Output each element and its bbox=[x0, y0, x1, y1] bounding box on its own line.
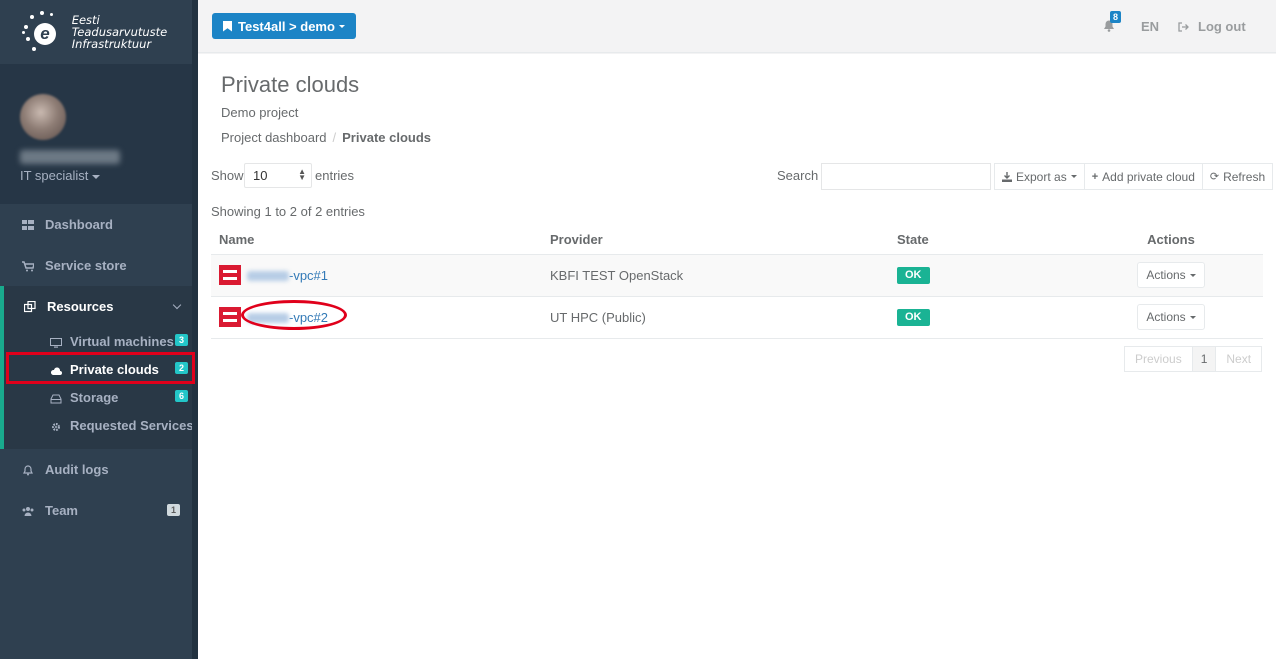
cloud-name-link[interactable]: -vpc#1 bbox=[247, 268, 328, 283]
monitor-icon bbox=[50, 336, 62, 348]
sidebar-item-requested-services[interactable]: Requested Services bbox=[4, 411, 198, 439]
logout-link[interactable]: Log out bbox=[1178, 19, 1246, 34]
download-icon bbox=[1002, 171, 1012, 182]
provider-cell: KBFI TEST OpenStack bbox=[542, 254, 889, 297]
breadcrumb: Project dashboard / Private clouds bbox=[221, 130, 432, 145]
show-label: Show bbox=[211, 168, 244, 183]
annotation-highlight-box bbox=[6, 352, 195, 384]
profile-role-dropdown[interactable]: IT specialist bbox=[20, 168, 198, 183]
logo-icon: e bbox=[22, 11, 64, 53]
cart-icon bbox=[22, 260, 35, 272]
column-header-name[interactable]: Name bbox=[211, 226, 542, 255]
hdd-icon bbox=[50, 392, 62, 404]
redacted-text bbox=[247, 271, 289, 282]
sidebar-item-virtual-machines[interactable]: Virtual machines 3 bbox=[4, 327, 198, 355]
refresh-icon: ⟳ bbox=[1209, 171, 1220, 183]
actions-dropdown-button[interactable]: Actions bbox=[1137, 304, 1205, 330]
caret-down-icon bbox=[92, 174, 101, 179]
sidebar-item-storage[interactable]: Storage 6 bbox=[4, 383, 198, 411]
count-badge: 6 bbox=[174, 390, 188, 402]
table-row: -vpc#1 KBFI TEST OpenStack OK Actions bbox=[211, 254, 1263, 297]
sidebar: e Eesti Teadusarvutuste Infrastruktuur I… bbox=[0, 0, 198, 659]
dashboard-icon bbox=[22, 219, 34, 231]
page-subtitle: Demo project bbox=[221, 105, 299, 120]
export-button[interactable]: Export as bbox=[994, 163, 1085, 190]
pagination-previous[interactable]: Previous bbox=[1124, 346, 1193, 372]
sidebar-item-audit-logs[interactable]: Audit logs bbox=[0, 449, 198, 490]
pagination-page[interactable]: 1 bbox=[1191, 346, 1217, 372]
logo[interactable]: e Eesti Teadusarvutuste Infrastruktuur bbox=[0, 0, 198, 64]
sidebar-item-resources[interactable]: Resources bbox=[4, 286, 198, 327]
caret-down-icon bbox=[1189, 274, 1196, 278]
annotation-ellipse bbox=[241, 300, 347, 330]
column-header-actions: Actions bbox=[1079, 226, 1263, 255]
pagination: Previous 1 Next bbox=[1124, 346, 1263, 372]
language-switcher[interactable]: EN bbox=[1141, 19, 1159, 34]
caret-down-icon bbox=[1189, 316, 1196, 320]
chevron-down-icon bbox=[172, 300, 182, 310]
pagination-next[interactable]: Next bbox=[1215, 346, 1263, 372]
gear-icon bbox=[50, 420, 62, 431]
team-count-badge: 1 bbox=[166, 504, 180, 516]
project-selector-button[interactable]: Test4all > demo bbox=[212, 13, 356, 39]
column-header-state[interactable]: State bbox=[889, 226, 1079, 255]
bookmark-icon bbox=[223, 20, 232, 32]
sidebar-nav-bottom: Audit logs Team 1 bbox=[0, 449, 198, 531]
table-row: -vpc#2 UT HPC (Public) OK Actions bbox=[211, 296, 1263, 339]
sidebar-item-service-store[interactable]: Service store bbox=[0, 245, 198, 286]
caret-down-icon bbox=[1070, 175, 1077, 178]
team-icon bbox=[22, 505, 34, 517]
sidebar-nav: Dashboard Service store bbox=[0, 204, 198, 286]
add-private-cloud-button[interactable]: + Add private cloud bbox=[1083, 163, 1203, 190]
count-badge: 3 bbox=[174, 334, 188, 346]
resources-icon bbox=[23, 300, 36, 313]
sidebar-item-dashboard[interactable]: Dashboard bbox=[0, 204, 198, 245]
entries-per-page-select[interactable]: 10 ▲ ▼ bbox=[244, 163, 312, 188]
state-badge: OK bbox=[897, 309, 930, 326]
sidebar-item-team[interactable]: Team 1 bbox=[0, 490, 198, 531]
avatar bbox=[20, 94, 66, 140]
main-content: Private clouds Demo project Project dash… bbox=[198, 54, 1276, 659]
state-badge: OK bbox=[897, 267, 930, 284]
column-header-provider[interactable]: Provider bbox=[542, 226, 889, 255]
caret-down-icon bbox=[338, 24, 345, 28]
plus-icon: + bbox=[1091, 170, 1099, 183]
breadcrumb-current: Private clouds bbox=[342, 130, 432, 145]
entries-label: entries bbox=[315, 168, 355, 183]
breadcrumb-project-dashboard[interactable]: Project dashboard bbox=[221, 130, 327, 145]
profile: IT specialist bbox=[0, 64, 198, 204]
sign-out-icon bbox=[1178, 21, 1189, 32]
search-input[interactable] bbox=[821, 163, 991, 190]
search-label: Search bbox=[777, 168, 819, 183]
topbar: Test4all > demo 8 EN Log out bbox=[198, 0, 1276, 53]
provider-cell: UT HPC (Public) bbox=[542, 296, 889, 339]
logo-line2: Infrastruktuur bbox=[71, 37, 152, 51]
openstack-logo-icon bbox=[219, 307, 241, 327]
page-title: Private clouds bbox=[221, 72, 360, 97]
private-clouds-table: Name Provider State Actions -vpc#1 KBFI … bbox=[211, 226, 1263, 339]
showing-entries-info: Showing 1 to 2 of 2 entries bbox=[211, 204, 365, 219]
notification-count-badge: 8 bbox=[1110, 11, 1122, 23]
openstack-logo-icon bbox=[219, 265, 241, 285]
actions-dropdown-button[interactable]: Actions bbox=[1137, 262, 1205, 288]
bell-icon bbox=[22, 464, 34, 476]
table-toolbar: Export as + Add private cloud ⟳ Refresh bbox=[994, 163, 1274, 190]
logo-line1: Eesti Teadusarvutuste bbox=[71, 13, 168, 39]
up-down-arrows-icon: ▲ ▼ bbox=[298, 167, 306, 182]
refresh-button[interactable]: ⟳ Refresh bbox=[1201, 163, 1274, 190]
profile-name-redacted bbox=[20, 150, 120, 164]
